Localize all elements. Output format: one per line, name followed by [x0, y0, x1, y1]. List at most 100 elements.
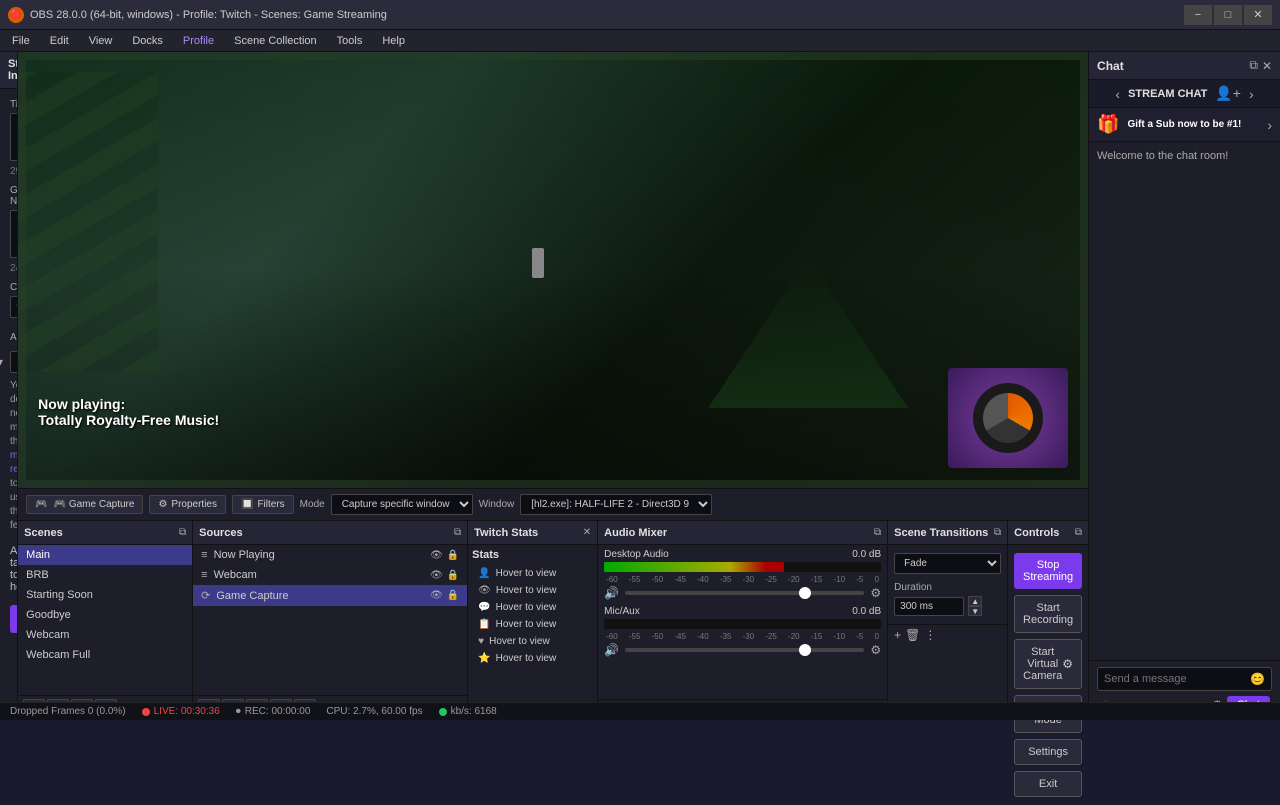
- mic-volume-slider[interactable]: [625, 648, 864, 652]
- stream-info-content: Title Episode 3 - Blind Playthrough 29/1…: [0, 89, 18, 643]
- source-item-now-playing[interactable]: ≡ Now Playing 👁 🔒: [193, 545, 467, 565]
- source-lock-button[interactable]: 🔒: [447, 570, 459, 581]
- stream-info-title: Stream Information: [8, 58, 18, 82]
- menu-help[interactable]: Help: [378, 33, 409, 49]
- duration-input[interactable]: [894, 597, 964, 616]
- done-button[interactable]: Done: [10, 605, 18, 633]
- mode-select[interactable]: Capture specific window: [331, 494, 473, 515]
- virtual-camera-settings-icon[interactable]: ⚙: [1062, 657, 1073, 671]
- min-req-suffix: to use this feature: [10, 478, 18, 531]
- scene-item-brb[interactable]: BRB: [18, 565, 192, 585]
- menu-profile[interactable]: Profile: [179, 33, 218, 49]
- exit-button[interactable]: Exit: [1014, 771, 1082, 797]
- scene-item-starting-soon[interactable]: Starting Soon: [18, 585, 192, 605]
- app-icon: 🔴: [8, 7, 24, 23]
- duration-up-button[interactable]: ▲: [968, 596, 982, 606]
- stat-item-0[interactable]: 👤 Hover to view: [472, 565, 593, 582]
- mic-mute-button[interactable]: 🔊: [604, 643, 619, 657]
- menu-bar: File Edit View Docks Profile Scene Colle…: [0, 30, 1280, 52]
- webcam-source-icon: ≡: [201, 569, 207, 581]
- window-select[interactable]: [hl2.exe]: HALF-LIFE 2 - Direct3D 9: [520, 494, 712, 515]
- go-live-input[interactable]: They can count to three!: [10, 210, 18, 258]
- sources-pop-out[interactable]: ⧉: [454, 527, 461, 538]
- add-user-icon[interactable]: 👤+: [1215, 85, 1241, 102]
- title-input[interactable]: Episode 3 - Blind Playthrough: [10, 113, 18, 161]
- title-bar: 🔴 OBS 28.0.0 (64-bit, windows) - Profile…: [0, 0, 1280, 30]
- source-visibility-button[interactable]: 👁: [430, 550, 443, 561]
- chat-close[interactable]: ✕: [1262, 59, 1272, 73]
- scenes-panel: Scenes ⧉ Main BRB Starting Soon Goodbye …: [18, 521, 193, 720]
- filter-icon: 🔲: [241, 499, 253, 510]
- stat-item-4[interactable]: ♥ Hover to view: [472, 633, 593, 650]
- transition-remove-button[interactable]: 🗑: [905, 628, 920, 642]
- mic-audio-controls: 🔊 ⚙: [604, 643, 881, 657]
- mic-audio-settings[interactable]: ⚙: [870, 643, 881, 657]
- source-visibility-button[interactable]: 👁: [430, 590, 443, 601]
- twitch-stats-close[interactable]: ✕: [583, 527, 591, 538]
- promo-dismiss[interactable]: ›: [1267, 117, 1272, 133]
- mic-audio-db: 0.0 dB: [852, 606, 881, 617]
- desktop-mute-button[interactable]: 🔊: [604, 586, 619, 600]
- stat-item-3[interactable]: 📋 Hover to view: [472, 616, 593, 633]
- chat-emoji-button[interactable]: 😊: [1250, 672, 1265, 686]
- stat-item-2[interactable]: 💬 Hover to view: [472, 599, 593, 616]
- filters-button[interactable]: 🔲 Filters: [232, 495, 294, 514]
- stat-item-1[interactable]: 👁 Hover to view: [472, 582, 593, 599]
- source-list: ≡ Now Playing 👁 🔒 ≡ Webcam: [193, 545, 467, 695]
- desktop-volume-thumb[interactable]: [799, 587, 811, 599]
- menu-view[interactable]: View: [85, 33, 117, 49]
- menu-docks[interactable]: Docks: [128, 33, 167, 49]
- audio-mixer-panel: Audio Mixer ⧉ Desktop Audio 0.0 dB: [598, 521, 888, 720]
- scene-list: Main BRB Starting Soon Goodbye Webcam We…: [18, 545, 192, 695]
- chat-message-input[interactable]: [1104, 673, 1246, 685]
- controls-pop-out[interactable]: ⧉: [1075, 527, 1082, 538]
- chat-next-button[interactable]: ›: [1249, 86, 1254, 102]
- transition-more-button[interactable]: ⋮: [924, 628, 936, 642]
- start-recording-button[interactable]: Start Recording: [1014, 595, 1082, 633]
- source-item-game-capture[interactable]: ⟳ Game Capture 👁 🔒: [193, 585, 467, 606]
- audience-select[interactable]: Everyone: [10, 351, 18, 373]
- close-button[interactable]: ✕: [1244, 5, 1272, 25]
- scenes-pop-out[interactable]: ⧉: [179, 527, 186, 538]
- go-live-label: Go Live Notification: [10, 185, 18, 207]
- gear-icon: ⚙: [158, 499, 167, 510]
- min-req-link[interactable]: minimum requirements: [10, 450, 18, 475]
- desktop-audio-settings[interactable]: ⚙: [870, 586, 881, 600]
- source-lock-button[interactable]: 🔒: [447, 550, 459, 561]
- maximize-button[interactable]: □: [1214, 5, 1242, 25]
- chat-promo-bar: 🎁 Gift a Sub now to be #1! ›: [1089, 108, 1280, 142]
- scene-item-webcam-full[interactable]: Webcam Full: [18, 645, 192, 665]
- source-lock-button[interactable]: 🔒: [447, 590, 459, 601]
- source-item-webcam[interactable]: ≡ Webcam 👁 🔒: [193, 565, 467, 585]
- chat-pop-out[interactable]: ⧉: [1249, 58, 1258, 73]
- properties-button[interactable]: ⚙ Properties: [149, 495, 226, 514]
- source-visibility-button[interactable]: 👁: [430, 570, 443, 581]
- audience-label: Audience: [10, 332, 18, 343]
- stream-chat-label: STREAM CHAT: [1128, 88, 1207, 100]
- audio-mixer-pop-out[interactable]: ⧉: [874, 527, 881, 538]
- transition-type-select[interactable]: Fade: [894, 553, 1001, 574]
- menu-edit[interactable]: Edit: [46, 33, 73, 49]
- stat-item-5[interactable]: ⭐ Hover to view: [472, 650, 593, 667]
- menu-file[interactable]: File: [8, 33, 34, 49]
- scene-item-webcam[interactable]: Webcam: [18, 625, 192, 645]
- menu-scene-collection[interactable]: Scene Collection: [230, 33, 321, 49]
- minimize-button[interactable]: −: [1184, 5, 1212, 25]
- mic-volume-thumb[interactable]: [799, 644, 811, 656]
- scene-item-main[interactable]: Main: [18, 545, 192, 565]
- sources-title: Sources: [199, 527, 242, 539]
- start-virtual-camera-button[interactable]: Start Virtual Camera ⚙: [1014, 639, 1082, 689]
- audio-scale: -60-55-50-45-40-35-30-25-20-15-10-50: [604, 575, 881, 584]
- desktop-volume-slider[interactable]: [625, 591, 864, 595]
- kbs-text: kb/s: 6168: [451, 706, 497, 717]
- transition-add-button[interactable]: +: [894, 628, 901, 642]
- status-bar: Dropped Frames 0 (0.0%) LIVE: 00:30:36 ⏺…: [0, 702, 1280, 720]
- scene-item-goodbye[interactable]: Goodbye: [18, 605, 192, 625]
- settings-button[interactable]: Settings: [1014, 739, 1082, 765]
- chat-prev-button[interactable]: ‹: [1115, 86, 1120, 102]
- stop-streaming-button[interactable]: Stop Streaming: [1014, 553, 1082, 589]
- menu-tools[interactable]: Tools: [333, 33, 367, 49]
- game-capture-button[interactable]: 🎮 🎮 Game Capture: [26, 495, 143, 514]
- duration-down-button[interactable]: ▼: [968, 606, 982, 616]
- transitions-pop-out[interactable]: ⧉: [994, 527, 1001, 538]
